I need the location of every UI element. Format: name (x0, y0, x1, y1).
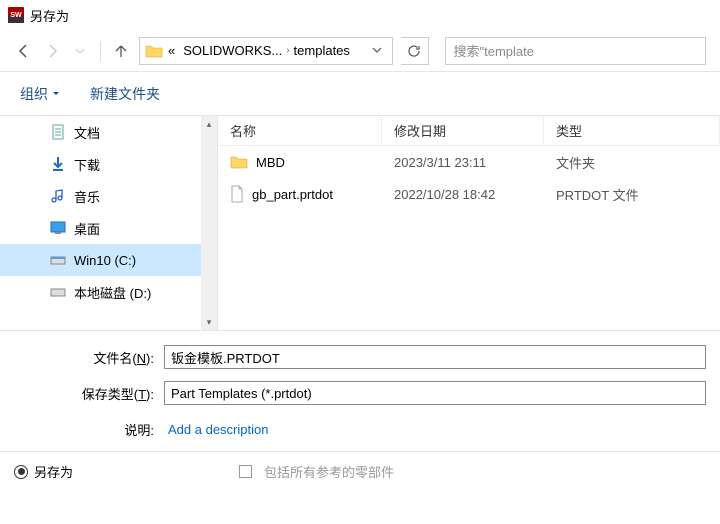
file-date: 2022/10/28 18:42 (382, 187, 544, 202)
sidebar-item-downloads[interactable]: 下载 (0, 148, 217, 180)
drive-icon (50, 252, 66, 268)
forward-button[interactable] (42, 41, 62, 61)
include-refs-label: 包括所有参考的零部件 (264, 462, 394, 481)
savetype-select[interactable] (164, 381, 706, 405)
new-folder-button[interactable]: 新建文件夹 (90, 84, 160, 104)
search-input[interactable]: 搜索"template (445, 37, 707, 65)
sidebar-item-music[interactable]: 音乐 (0, 180, 217, 212)
file-row[interactable]: gb_part.prtdot 2022/10/28 18:42 PRTDOT 文… (218, 178, 720, 210)
column-header-name[interactable]: 名称 (218, 116, 382, 145)
file-list: 名称 修改日期 类型 MBD 2023/3/11 23:11 文件夹 gb_pa… (218, 116, 720, 330)
column-header-type[interactable]: 类型 (544, 116, 720, 145)
file-name: MBD (256, 155, 285, 170)
refresh-button[interactable] (401, 37, 429, 65)
sidebar-item-label: 下载 (74, 155, 100, 174)
up-button[interactable] (111, 41, 131, 61)
path-dropdown[interactable] (366, 43, 388, 58)
sidebar-item-drive-c[interactable]: Win10 (C:) (0, 244, 217, 276)
sidebar-item-desktop[interactable]: 桌面 (0, 212, 217, 244)
add-description-link[interactable]: Add a description (164, 422, 268, 437)
sidebar-item-label: 文档 (74, 123, 100, 142)
sidebar-item-label: Win10 (C:) (74, 253, 136, 268)
sidebar-scrollbar[interactable]: ▴ ▾ (201, 116, 217, 330)
desktop-icon (50, 220, 66, 236)
file-row[interactable]: MBD 2023/3/11 23:11 文件夹 (218, 146, 720, 178)
organize-menu[interactable]: 组织 (20, 84, 60, 104)
sidebar-item-drive-d[interactable]: 本地磁盘 (D:) (0, 276, 217, 308)
app-icon: SW (8, 7, 24, 23)
music-icon (50, 188, 66, 204)
sidebar-item-label: 本地磁盘 (D:) (74, 283, 151, 302)
file-header: 名称 修改日期 类型 (218, 116, 720, 146)
scroll-up-icon[interactable]: ▴ (201, 116, 217, 132)
scroll-down-icon[interactable]: ▾ (201, 314, 217, 330)
file-name: gb_part.prtdot (252, 187, 333, 202)
separator (100, 41, 101, 61)
include-refs-checkbox (239, 465, 252, 478)
folder-icon (230, 155, 248, 169)
download-icon (50, 156, 66, 172)
chevron-down-icon (52, 90, 60, 98)
document-icon (50, 124, 66, 140)
file-type: PRTDOT 文件 (544, 185, 720, 204)
sidebar-item-label: 桌面 (74, 219, 100, 238)
sidebar-item-documents[interactable]: 文档 (0, 116, 217, 148)
back-button[interactable] (14, 41, 34, 61)
description-label: 说明: (0, 420, 164, 439)
file-icon (230, 185, 244, 203)
folder-icon (144, 42, 164, 60)
file-date: 2023/3/11 23:11 (382, 155, 544, 170)
file-type: 文件夹 (544, 153, 720, 172)
drive-icon (50, 284, 66, 300)
recent-dropdown[interactable] (70, 41, 90, 61)
column-header-date[interactable]: 修改日期 (382, 116, 544, 145)
sidebar: 文档 下载 音乐 桌面 Win10 (C:) 本地磁盘 (D:) ▴ ▾ (0, 116, 218, 330)
savetype-label: 保存类型(T): (0, 384, 164, 403)
filename-input[interactable] (164, 345, 706, 369)
filename-label: 文件名(N): (0, 348, 164, 367)
save-as-label: 另存为 (34, 462, 73, 481)
path-current[interactable]: templates (290, 43, 354, 58)
sidebar-item-label: 音乐 (74, 187, 100, 206)
path-parent[interactable]: SOLIDWORKS... (179, 43, 286, 58)
save-as-radio[interactable] (14, 465, 28, 479)
window-title: 另存为 (30, 6, 69, 25)
path-prefix: « (164, 43, 179, 58)
path-box[interactable]: « SOLIDWORKS... › templates (139, 37, 393, 65)
